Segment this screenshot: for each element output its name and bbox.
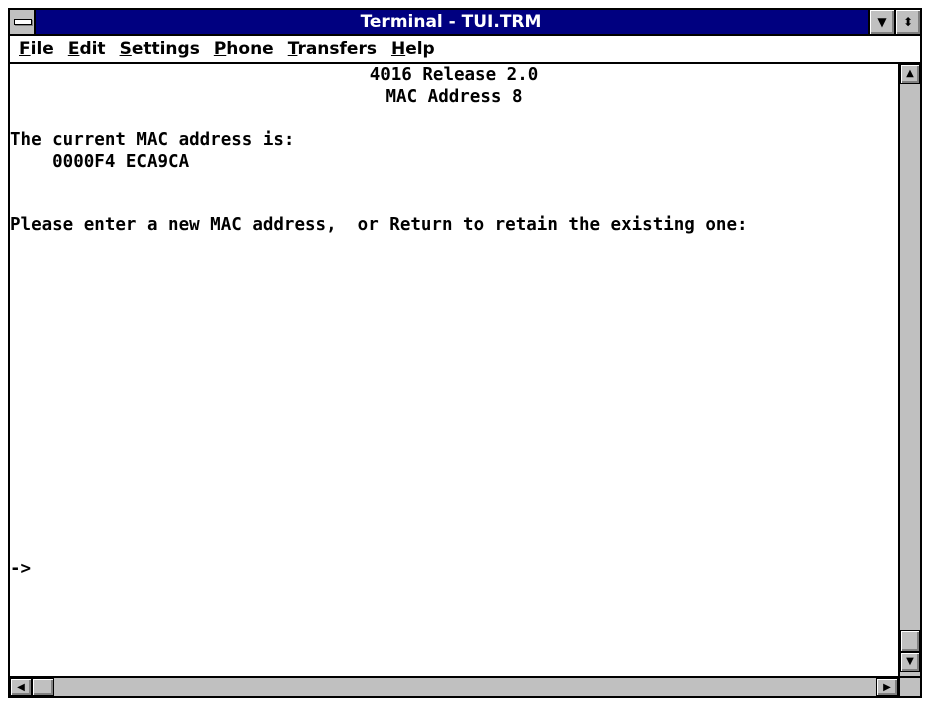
horizontal-scroll-thumb[interactable]: [32, 678, 54, 696]
vertical-scroll-thumb[interactable]: [900, 630, 920, 652]
current-mac-label: The current MAC address is:: [10, 130, 295, 150]
title-bar[interactable]: Terminal - TUI.TRM ▼ ⬍: [10, 10, 920, 36]
current-mac-value: 0000F4 ECA9CA: [10, 152, 190, 172]
new-mac-prompt: Please enter a new MAC address, or Retur…: [10, 215, 748, 235]
scrollbar-corner: [898, 676, 920, 696]
window-title: Terminal - TUI.TRM: [360, 12, 542, 32]
maximize-icon[interactable]: ⬍: [894, 10, 920, 34]
command-prompt: ->: [10, 559, 32, 579]
menu-help[interactable]: Help: [386, 36, 440, 62]
minimize-icon[interactable]: ▼: [868, 10, 894, 34]
release-header: 4016 Release 2.0: [369, 65, 539, 85]
system-menu-icon[interactable]: [10, 10, 36, 34]
terminal-screen[interactable]: 4016 Release 2.0 MAC Address 8 The curre…: [10, 64, 898, 676]
menu-settings[interactable]: Settings: [115, 36, 205, 62]
scroll-up-icon[interactable]: ▲: [900, 64, 920, 84]
menu-bar: File Edit Settings Phone Transfers Help: [10, 36, 920, 64]
vertical-scrollbar[interactable]: ▲ ▼: [898, 64, 920, 676]
terminal-window: Terminal - TUI.TRM ▼ ⬍ File Edit Settings P…: [8, 8, 922, 698]
menu-edit[interactable]: Edit: [63, 36, 111, 62]
menu-phone[interactable]: Phone: [209, 36, 279, 62]
mac-address-header: MAC Address 8: [385, 87, 523, 107]
horizontal-scrollbar[interactable]: ◀ ▶: [10, 676, 898, 696]
scroll-right-icon[interactable]: ▶: [876, 678, 898, 696]
scroll-left-icon[interactable]: ◀: [10, 678, 32, 696]
scroll-down-icon[interactable]: ▼: [900, 652, 920, 672]
menu-transfers[interactable]: Transfers: [283, 36, 382, 62]
menu-file[interactable]: File: [14, 36, 59, 62]
